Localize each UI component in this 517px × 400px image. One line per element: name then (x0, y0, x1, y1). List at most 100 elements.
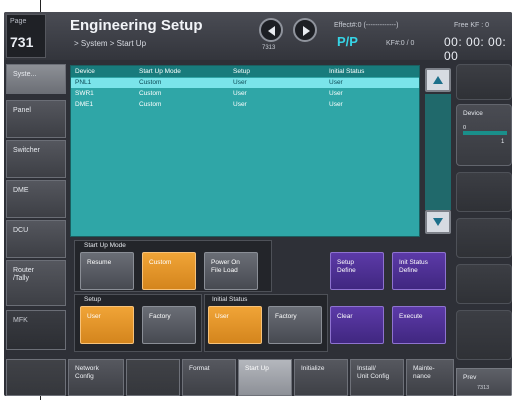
device-selector-label: Device (463, 110, 483, 117)
left-tab-label: Router /Tally (13, 267, 35, 282)
next-page-button[interactable] (293, 18, 317, 42)
setup-define-button[interactable]: Setup Define (330, 252, 384, 290)
bottom-tab-label: Initialize (301, 365, 325, 372)
cell-setup: User (233, 101, 247, 108)
page-number: 731 (10, 34, 34, 50)
power-on-label: Power On File Load (211, 259, 240, 274)
cell-mode: Custom (139, 79, 162, 86)
prev-page-number: 7313 (477, 385, 490, 391)
cell-setup: User (233, 90, 247, 97)
right-slot (456, 264, 512, 304)
bottom-tab-install-unit-config[interactable]: Install/ Unit Config (350, 359, 404, 396)
prev-label: Prev (463, 374, 477, 381)
scroll-up-button[interactable] (425, 68, 451, 92)
setup-user-button[interactable]: User (80, 306, 134, 344)
custom-button[interactable]: Custom (142, 252, 196, 290)
device-table: Device Start Up Mode Setup Initial Statu… (70, 65, 420, 237)
resume-label: Resume (87, 259, 112, 266)
cell-setup: User (233, 79, 247, 86)
left-tab-label: Switcher (13, 147, 40, 154)
setup-factory-button[interactable]: Factory (142, 306, 196, 344)
table-row[interactable]: SWR1 Custom User User (71, 89, 419, 99)
custom-label: Custom (149, 259, 172, 266)
arrow-right-icon (303, 26, 310, 36)
bottom-tab-start-up[interactable]: Start Up (238, 359, 292, 396)
table-scroll-track[interactable] (425, 94, 451, 210)
left-tab-switcher[interactable]: Switcher (6, 140, 66, 178)
right-slot (456, 172, 512, 212)
previous-page-button[interactable] (259, 18, 283, 42)
table-header: Device Start Up Mode Setup Initial Statu… (71, 66, 419, 77)
bottom-tab-label: Format (189, 365, 210, 372)
column-header-initial-status: Initial Status (329, 68, 365, 75)
initial-status-factory-button[interactable]: Factory (268, 306, 322, 344)
power-on-file-load-button[interactable]: Power On File Load (204, 252, 258, 290)
bottom-tab-empty[interactable] (126, 359, 180, 396)
bottom-tab-maintenance[interactable]: Mainte- nance (406, 359, 454, 396)
bottom-tab-label: Network Config (75, 365, 99, 380)
bottom-tab-label: Mainte- nance (413, 365, 435, 380)
execute-label: Execute (399, 313, 423, 320)
bottom-tab-label: Install/ Unit Config (357, 365, 390, 380)
table-row[interactable]: PNL1 Custom User User (71, 78, 419, 88)
left-tab-panel[interactable]: Panel (6, 100, 66, 138)
bottom-tab-label: Start Up (245, 365, 269, 372)
left-tab-dcu[interactable]: DCU (6, 220, 66, 258)
device-value-right: 1 (501, 139, 505, 145)
clear-button[interactable]: Clear (330, 306, 384, 344)
setup-user-label: User (87, 313, 101, 320)
header-bar: Page 731 Engineering Setup > System > St… (4, 12, 512, 63)
effect-status: Effect#:0 (-------------) (334, 22, 399, 29)
left-tab-label: DME (13, 187, 29, 194)
cell-status: User (329, 101, 343, 108)
nav-page-number: 7313 (262, 45, 276, 51)
page-label: Page (10, 18, 27, 25)
cell-mode: Custom (139, 90, 162, 97)
arrow-left-icon (268, 26, 275, 36)
column-header-start-up-mode: Start Up Mode (139, 68, 181, 75)
device-level-bar (463, 131, 507, 135)
cell-mode: Custom (139, 101, 162, 108)
cell-device: SWR1 (75, 90, 94, 97)
device-selector[interactable]: Device 0 1 (456, 104, 512, 166)
right-slot (456, 218, 512, 258)
left-tab-label: DCU (13, 227, 29, 234)
setup-factory-label: Factory (149, 313, 171, 320)
setup-define-label: Setup Define (337, 259, 356, 274)
resume-button[interactable]: Resume (80, 252, 134, 290)
prev-page-button[interactable]: Prev 7313 (456, 368, 512, 396)
right-slot-top (456, 64, 512, 100)
bottom-tab-network-config[interactable]: Network Config (68, 359, 124, 396)
init-status-define-label: Init Status Define (399, 259, 428, 274)
left-tab-router-tally[interactable]: Router /Tally (6, 260, 66, 306)
initial-status-factory-label: Factory (275, 313, 297, 320)
right-slot (456, 310, 512, 360)
bottom-tab-format[interactable]: Format (182, 359, 236, 396)
cell-status: User (329, 79, 343, 86)
left-tab-dme[interactable]: DME (6, 180, 66, 218)
cell-device: PNL1 (75, 79, 92, 86)
initial-status-user-label: User (215, 313, 229, 320)
initial-status-user-button[interactable]: User (208, 306, 262, 344)
clear-label: Clear (337, 313, 353, 320)
bottom-tab-initialize[interactable]: Initialize (294, 359, 348, 396)
scroll-down-button[interactable] (425, 210, 451, 234)
column-header-setup: Setup (233, 68, 250, 75)
left-tab-system[interactable]: Syste... (6, 64, 66, 94)
cell-device: DME1 (75, 101, 94, 108)
timecode: 00: 00: 00: 00 (444, 35, 507, 63)
start-up-mode-label: Start Up Mode (84, 242, 126, 249)
page-title: Engineering Setup (70, 17, 203, 34)
engineering-setup-screen: Page 731 Engineering Setup > System > St… (4, 12, 512, 396)
column-header-device: Device (75, 68, 95, 75)
setup-group-label: Setup (84, 296, 101, 303)
table-row[interactable]: DME1 Custom User User (71, 100, 419, 110)
execute-button[interactable]: Execute (392, 306, 446, 344)
free-kf-status: Free KF : 0 (454, 22, 490, 29)
pp-indicator: P/P (337, 34, 358, 49)
left-tab-label: MFK (13, 317, 28, 324)
left-tab-mfk[interactable]: MFK (6, 310, 66, 350)
bottom-tab-blank-left[interactable] (6, 359, 66, 396)
keyframe-status: KF#:0 / 0 (386, 40, 415, 47)
init-status-define-button[interactable]: Init Status Define (392, 252, 446, 290)
